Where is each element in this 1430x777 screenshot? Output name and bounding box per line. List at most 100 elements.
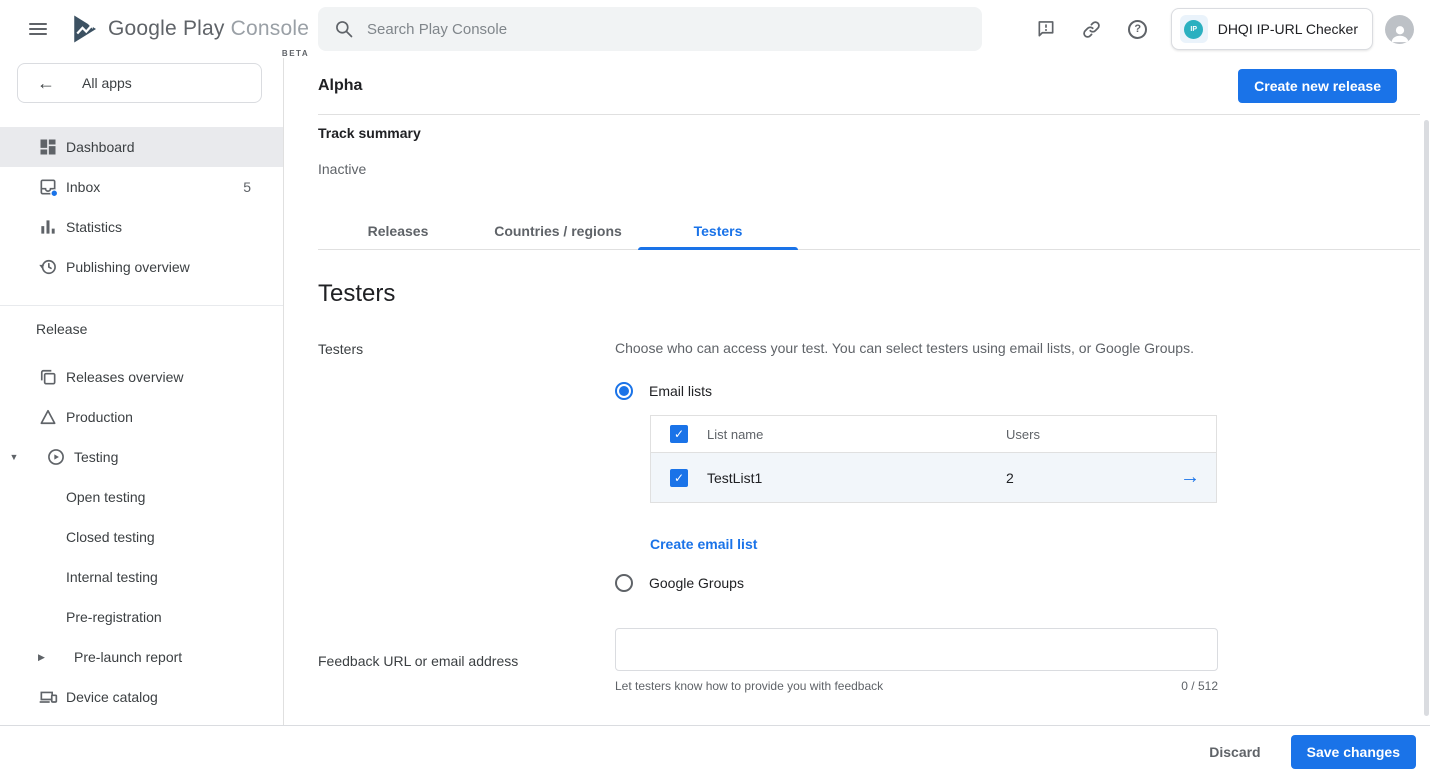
sidebar-item-label: Dashboard <box>66 139 135 155</box>
sidebar-item-pre-launch-report[interactable]: ▶ Pre-launch report <box>0 637 283 677</box>
testers-form-row: Testers Choose who can access your test.… <box>318 340 1420 592</box>
sidebar-item-label: Releases overview <box>66 369 184 385</box>
sidebar-item-label: Pre-registration <box>66 609 162 625</box>
check-icon: ✓ <box>674 471 684 485</box>
search-icon <box>334 19 354 39</box>
tab-testers[interactable]: Testers <box>638 213 798 249</box>
avatar[interactable] <box>1385 15 1414 44</box>
table-row[interactable]: ✓ TestList1 2 → <box>651 453 1216 502</box>
sidebar-item-inbox[interactable]: Inbox 5 <box>0 167 283 207</box>
back-arrow-icon: ← <box>37 73 55 94</box>
check-icon: ✓ <box>674 427 684 441</box>
tab-releases[interactable]: Releases <box>318 213 478 249</box>
inbox-badge: 5 <box>243 179 251 195</box>
column-header-list-name: List name <box>707 427 1006 442</box>
feedback-helper-text: Let testers know how to provide you with… <box>615 679 883 693</box>
row-arrow-icon[interactable]: → <box>1162 466 1218 489</box>
create-new-release-button[interactable]: Create new release <box>1238 69 1397 103</box>
create-email-list-link[interactable]: Create email list <box>650 536 757 552</box>
sidebar-item-device-catalog[interactable]: Device catalog <box>0 677 283 717</box>
table-header-checkbox[interactable]: ✓ <box>670 425 688 443</box>
release-section-label: Release <box>0 316 283 342</box>
sidebar-item-pre-registration[interactable]: Pre-registration <box>0 597 283 637</box>
app-chip-label: DHQI IP-URL Checker <box>1218 21 1358 37</box>
sidebar-nav: Dashboard Inbox 5 <box>0 127 283 717</box>
production-icon <box>38 407 58 427</box>
search-input[interactable] <box>367 21 966 38</box>
avatar-icon <box>1388 22 1412 44</box>
tab-countries-regions[interactable]: Countries / regions <box>478 213 638 249</box>
sidebar-item-open-testing[interactable]: Open testing <box>0 477 283 517</box>
all-apps-button[interactable]: ← All apps <box>17 63 262 103</box>
menu-icon <box>29 23 47 25</box>
sidebar-item-publishing-overview[interactable]: Publishing overview <box>0 247 283 287</box>
sidebar-item-label: Device catalog <box>66 689 158 705</box>
track-status: Inactive <box>318 161 1420 177</box>
play-logo-icon <box>66 11 102 47</box>
sidebar-item-label: Statistics <box>66 219 122 235</box>
sidebar-item-closed-testing[interactable]: Closed testing <box>0 517 283 557</box>
app-chip[interactable]: IP DHQI IP-URL Checker <box>1171 8 1373 50</box>
menu-button[interactable] <box>18 9 58 49</box>
sidebar-item-label: Internal testing <box>66 569 158 585</box>
link-icon <box>1081 19 1102 40</box>
sidebar-item-label: Pre-launch report <box>74 649 182 665</box>
sidebar-item-statistics[interactable]: Statistics <box>0 207 283 247</box>
sidebar-item-testing[interactable]: ▼ Testing <box>0 437 283 477</box>
radio-selected-icon <box>615 382 633 400</box>
releases-overview-icon <box>38 367 58 387</box>
feedback-url-label: Feedback URL or email address <box>318 652 615 669</box>
help-icon: ? <box>1128 20 1147 39</box>
play-console-logo[interactable]: Google Play Console BETA <box>66 11 309 47</box>
email-lists-radio[interactable]: Email lists <box>615 382 1420 400</box>
top-bar: Google Play Console BETA <box>0 0 1430 58</box>
testers-form-label: Testers <box>318 340 615 592</box>
sidebar-item-label: Production <box>66 409 133 425</box>
link-button[interactable] <box>1073 10 1111 48</box>
radio-unselected-icon <box>615 574 633 592</box>
testers-form-content: Choose who can access your test. You can… <box>615 340 1420 592</box>
caret-right-icon[interactable]: ▶ <box>38 652 50 663</box>
feedback-icon <box>1036 19 1056 39</box>
publishing-overview-icon <box>38 257 58 277</box>
app-chip-icon: IP <box>1180 15 1208 43</box>
all-apps-label: All apps <box>82 75 132 91</box>
search-bar[interactable] <box>318 7 982 51</box>
email-lists-table: ✓ List name Users ✓ TestList1 2 <box>650 415 1217 503</box>
top-bar-right: ? IP DHQI IP-URL Checker <box>1027 8 1430 50</box>
feedback-button[interactable] <box>1027 10 1065 48</box>
row-checkbox[interactable]: ✓ <box>670 469 688 487</box>
discard-button[interactable]: Discard <box>1203 736 1266 768</box>
sidebar: ← All apps Dashboard <box>0 58 284 725</box>
column-header-users: Users <box>1006 427 1162 442</box>
sidebar-item-label: Publishing overview <box>66 259 190 275</box>
caret-down-icon[interactable]: ▼ <box>8 452 20 462</box>
testing-icon <box>46 447 66 467</box>
body: ← All apps Dashboard <box>0 58 1430 725</box>
top-bar-left: Google Play Console BETA <box>0 9 318 49</box>
testers-description: Choose who can access your test. You can… <box>615 340 1420 356</box>
table-header-row: ✓ List name Users <box>651 416 1216 453</box>
email-lists-label: Email lists <box>649 383 712 399</box>
scrollbar[interactable] <box>1424 120 1429 716</box>
sidebar-item-releases-overview[interactable]: Releases overview <box>0 357 283 397</box>
dashboard-icon <box>38 137 58 157</box>
beta-badge: BETA <box>282 49 309 58</box>
sidebar-item-label: Closed testing <box>66 529 155 545</box>
play-console-app: Google Play Console BETA <box>0 0 1430 777</box>
save-changes-button[interactable]: Save changes <box>1291 735 1416 769</box>
main-content: Alpha Create new release Track summary I… <box>284 58 1430 725</box>
google-groups-radio[interactable]: Google Groups <box>615 574 1420 592</box>
sidebar-item-internal-testing[interactable]: Internal testing <box>0 557 283 597</box>
sidebar-item-label: Inbox <box>66 179 100 195</box>
sidebar-item-dashboard[interactable]: Dashboard <box>0 127 283 167</box>
release-section: Release Releases overview <box>0 305 283 717</box>
page-header: Alpha Create new release <box>318 58 1420 115</box>
google-groups-label: Google Groups <box>649 575 744 591</box>
feedback-url-input[interactable] <box>615 628 1218 671</box>
sidebar-item-label: Open testing <box>66 489 145 505</box>
sidebar-item-production[interactable]: Production <box>0 397 283 437</box>
feedback-form-row: Feedback URL or email address Let tester… <box>318 628 1420 693</box>
char-counter: 0 / 512 <box>1181 679 1218 693</box>
help-button[interactable]: ? <box>1119 10 1157 48</box>
